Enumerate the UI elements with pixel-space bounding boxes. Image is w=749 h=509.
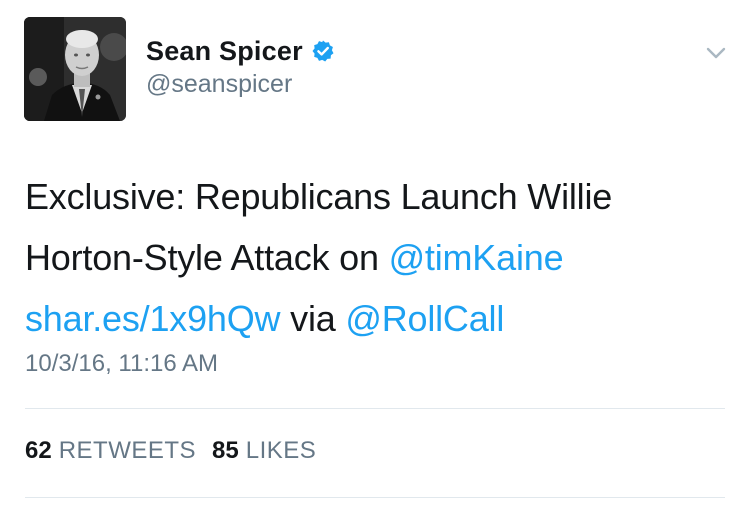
display-name[interactable]: Sean Spicer	[146, 36, 303, 67]
avatar[interactable]	[24, 17, 126, 121]
chevron-down-icon[interactable]	[703, 40, 729, 66]
retweets-stat[interactable]: 62 RETWEETS	[25, 437, 196, 465]
profile-photo	[24, 17, 126, 121]
tweet-timestamp[interactable]: 10/3/16, 11:16 AM	[25, 350, 218, 378]
mention-link-timkaine[interactable]: @timKaine	[389, 237, 564, 278]
tweet-line-1: Exclusive: Republicans Launch Willie	[25, 176, 613, 217]
tweet-stats: 62 RETWEETS 85 LIKES	[25, 437, 316, 465]
mention-link-rollcall[interactable]: @RollCall	[345, 298, 504, 339]
url-link[interactable]: shar.es/1x9hQw	[25, 298, 281, 339]
via-text: via	[280, 298, 346, 339]
tweet-text: Exclusive: Republicans Launch Willie Hor…	[25, 166, 725, 349]
author-name-row[interactable]: Sean Spicer	[146, 30, 335, 72]
tweet-line-3: shar.es/1x9hQw via @RollCall	[25, 288, 725, 349]
likes-label: LIKES	[245, 437, 317, 464]
divider	[25, 497, 725, 498]
likes-count: 85	[212, 437, 239, 464]
tweet-line-2: Horton-Style Attack on @timKaine	[25, 227, 725, 288]
retweets-label: RETWEETS	[58, 437, 197, 464]
tweet-line-2-text: Horton-Style Attack on	[25, 237, 389, 278]
likes-stat[interactable]: 85 LIKES	[212, 437, 316, 465]
divider	[25, 408, 725, 409]
verified-badge-icon	[311, 39, 335, 63]
retweets-count: 62	[25, 437, 52, 464]
author-handle[interactable]: @seanspicer	[146, 70, 292, 99]
